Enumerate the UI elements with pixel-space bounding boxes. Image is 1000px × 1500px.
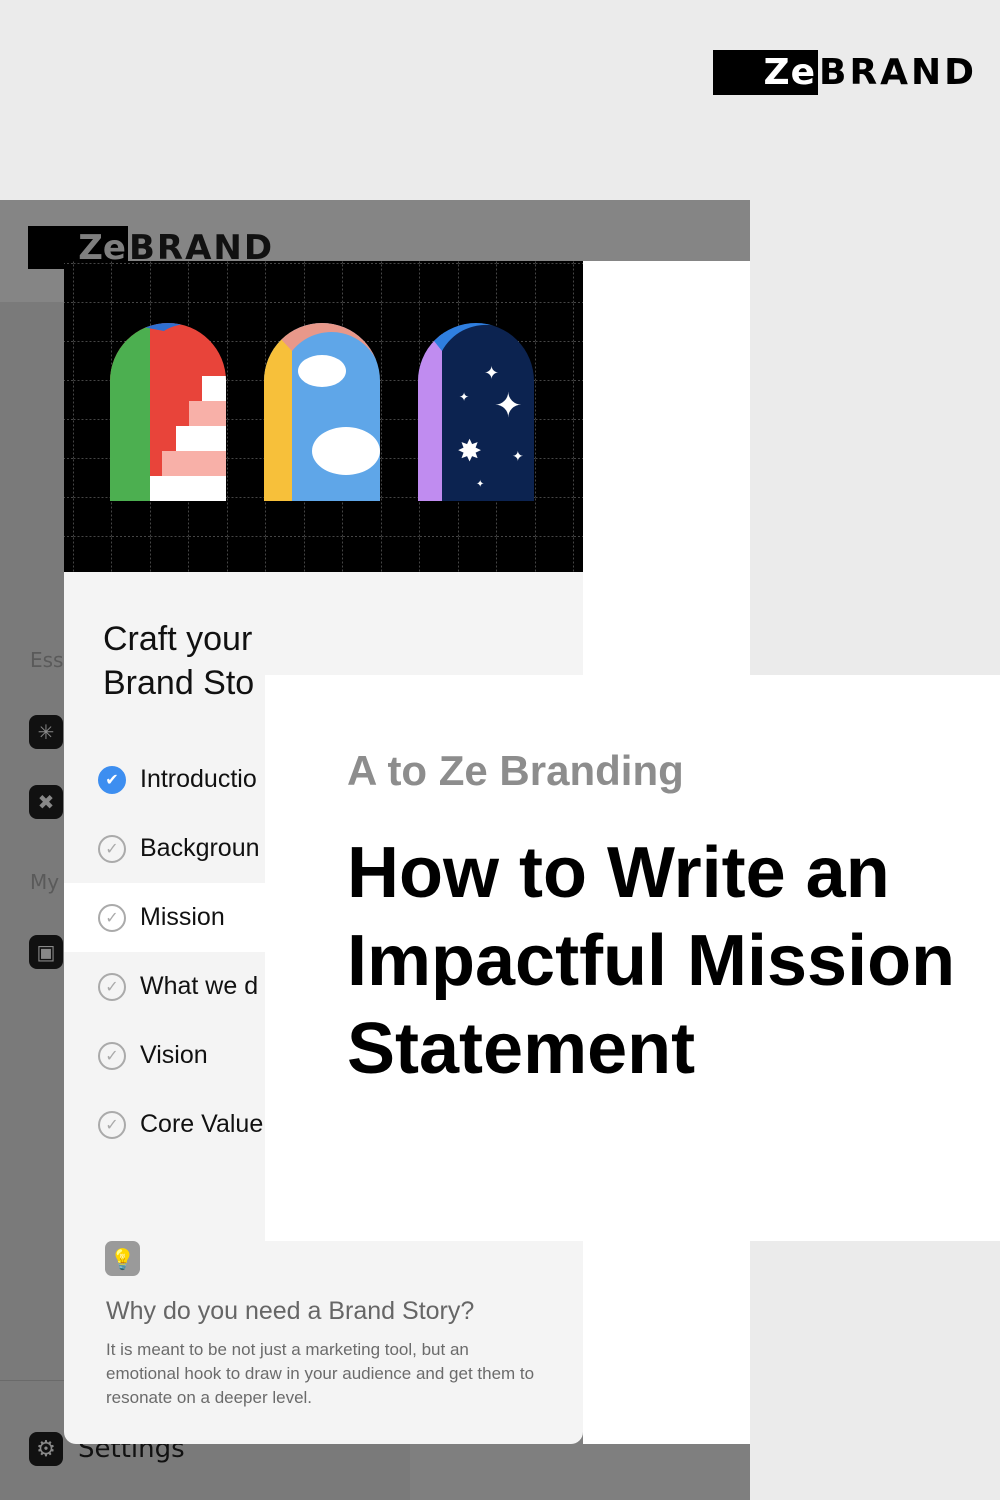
svg-text:✦: ✦: [459, 390, 469, 404]
checklist-label: What we d: [140, 972, 259, 1000]
card-title-line2: Brand Sto: [103, 664, 255, 702]
svg-text:✦: ✦: [484, 363, 499, 384]
checklist-label: Introductio: [140, 765, 257, 793]
tip-body: It is meant to be not just a marketing t…: [106, 1340, 535, 1407]
checkmark-icon: ✓: [98, 1110, 126, 1139]
arches-illustration: ✦ ✦ ✸ ✦ ✦ ✦: [64, 261, 583, 572]
checklist-label: Mission: [140, 903, 225, 931]
tools-icon[interactable]: ✖: [29, 785, 63, 819]
logo-brand: BRAND: [819, 52, 978, 93]
checklist-label: Backgroun: [140, 834, 260, 862]
series-eyebrow: A to Ze Branding: [347, 747, 684, 794]
checkmark-icon: ✔: [98, 765, 126, 794]
headline-panel: A to Ze Branding How to Write an Impactf…: [265, 675, 1000, 1241]
checklist-label: Core Value: [140, 1110, 264, 1138]
svg-text:✦: ✦: [494, 386, 523, 426]
lightbulb-icon: 💡: [105, 1241, 140, 1276]
article-headline: How to Write an Impactful Mission Statem…: [347, 833, 956, 1089]
checkmark-icon: ✓: [98, 972, 126, 1001]
svg-text:✦: ✦: [512, 449, 524, 465]
hero-illustration: ✦ ✦ ✸ ✦ ✦ ✦: [64, 261, 583, 572]
svg-text:✸: ✸: [457, 434, 482, 469]
sidebar-section-my: My: [30, 870, 60, 894]
sparkle-icon[interactable]: ✳: [29, 715, 63, 749]
checklist-label: Vision: [140, 1041, 208, 1069]
checkmark-icon: ✓: [98, 834, 126, 863]
settings-gear-icon[interactable]: ⚙: [29, 1432, 63, 1466]
calendar-icon[interactable]: ▣: [29, 935, 63, 969]
sidebar-section-essentials: Ess: [30, 648, 64, 672]
zebrand-logo: Ze BRAND: [713, 50, 977, 95]
checkmark-icon: ✓: [98, 903, 126, 932]
svg-text:✦: ✦: [476, 479, 484, 490]
logo-ze: Ze: [713, 50, 818, 95]
card-title: Craft your Brand Sto: [103, 617, 254, 705]
card-title-line1: Craft your: [103, 620, 253, 658]
checkmark-icon: ✓: [98, 1041, 126, 1070]
tip-title: Why do you need a Brand Story?: [106, 1297, 475, 1325]
